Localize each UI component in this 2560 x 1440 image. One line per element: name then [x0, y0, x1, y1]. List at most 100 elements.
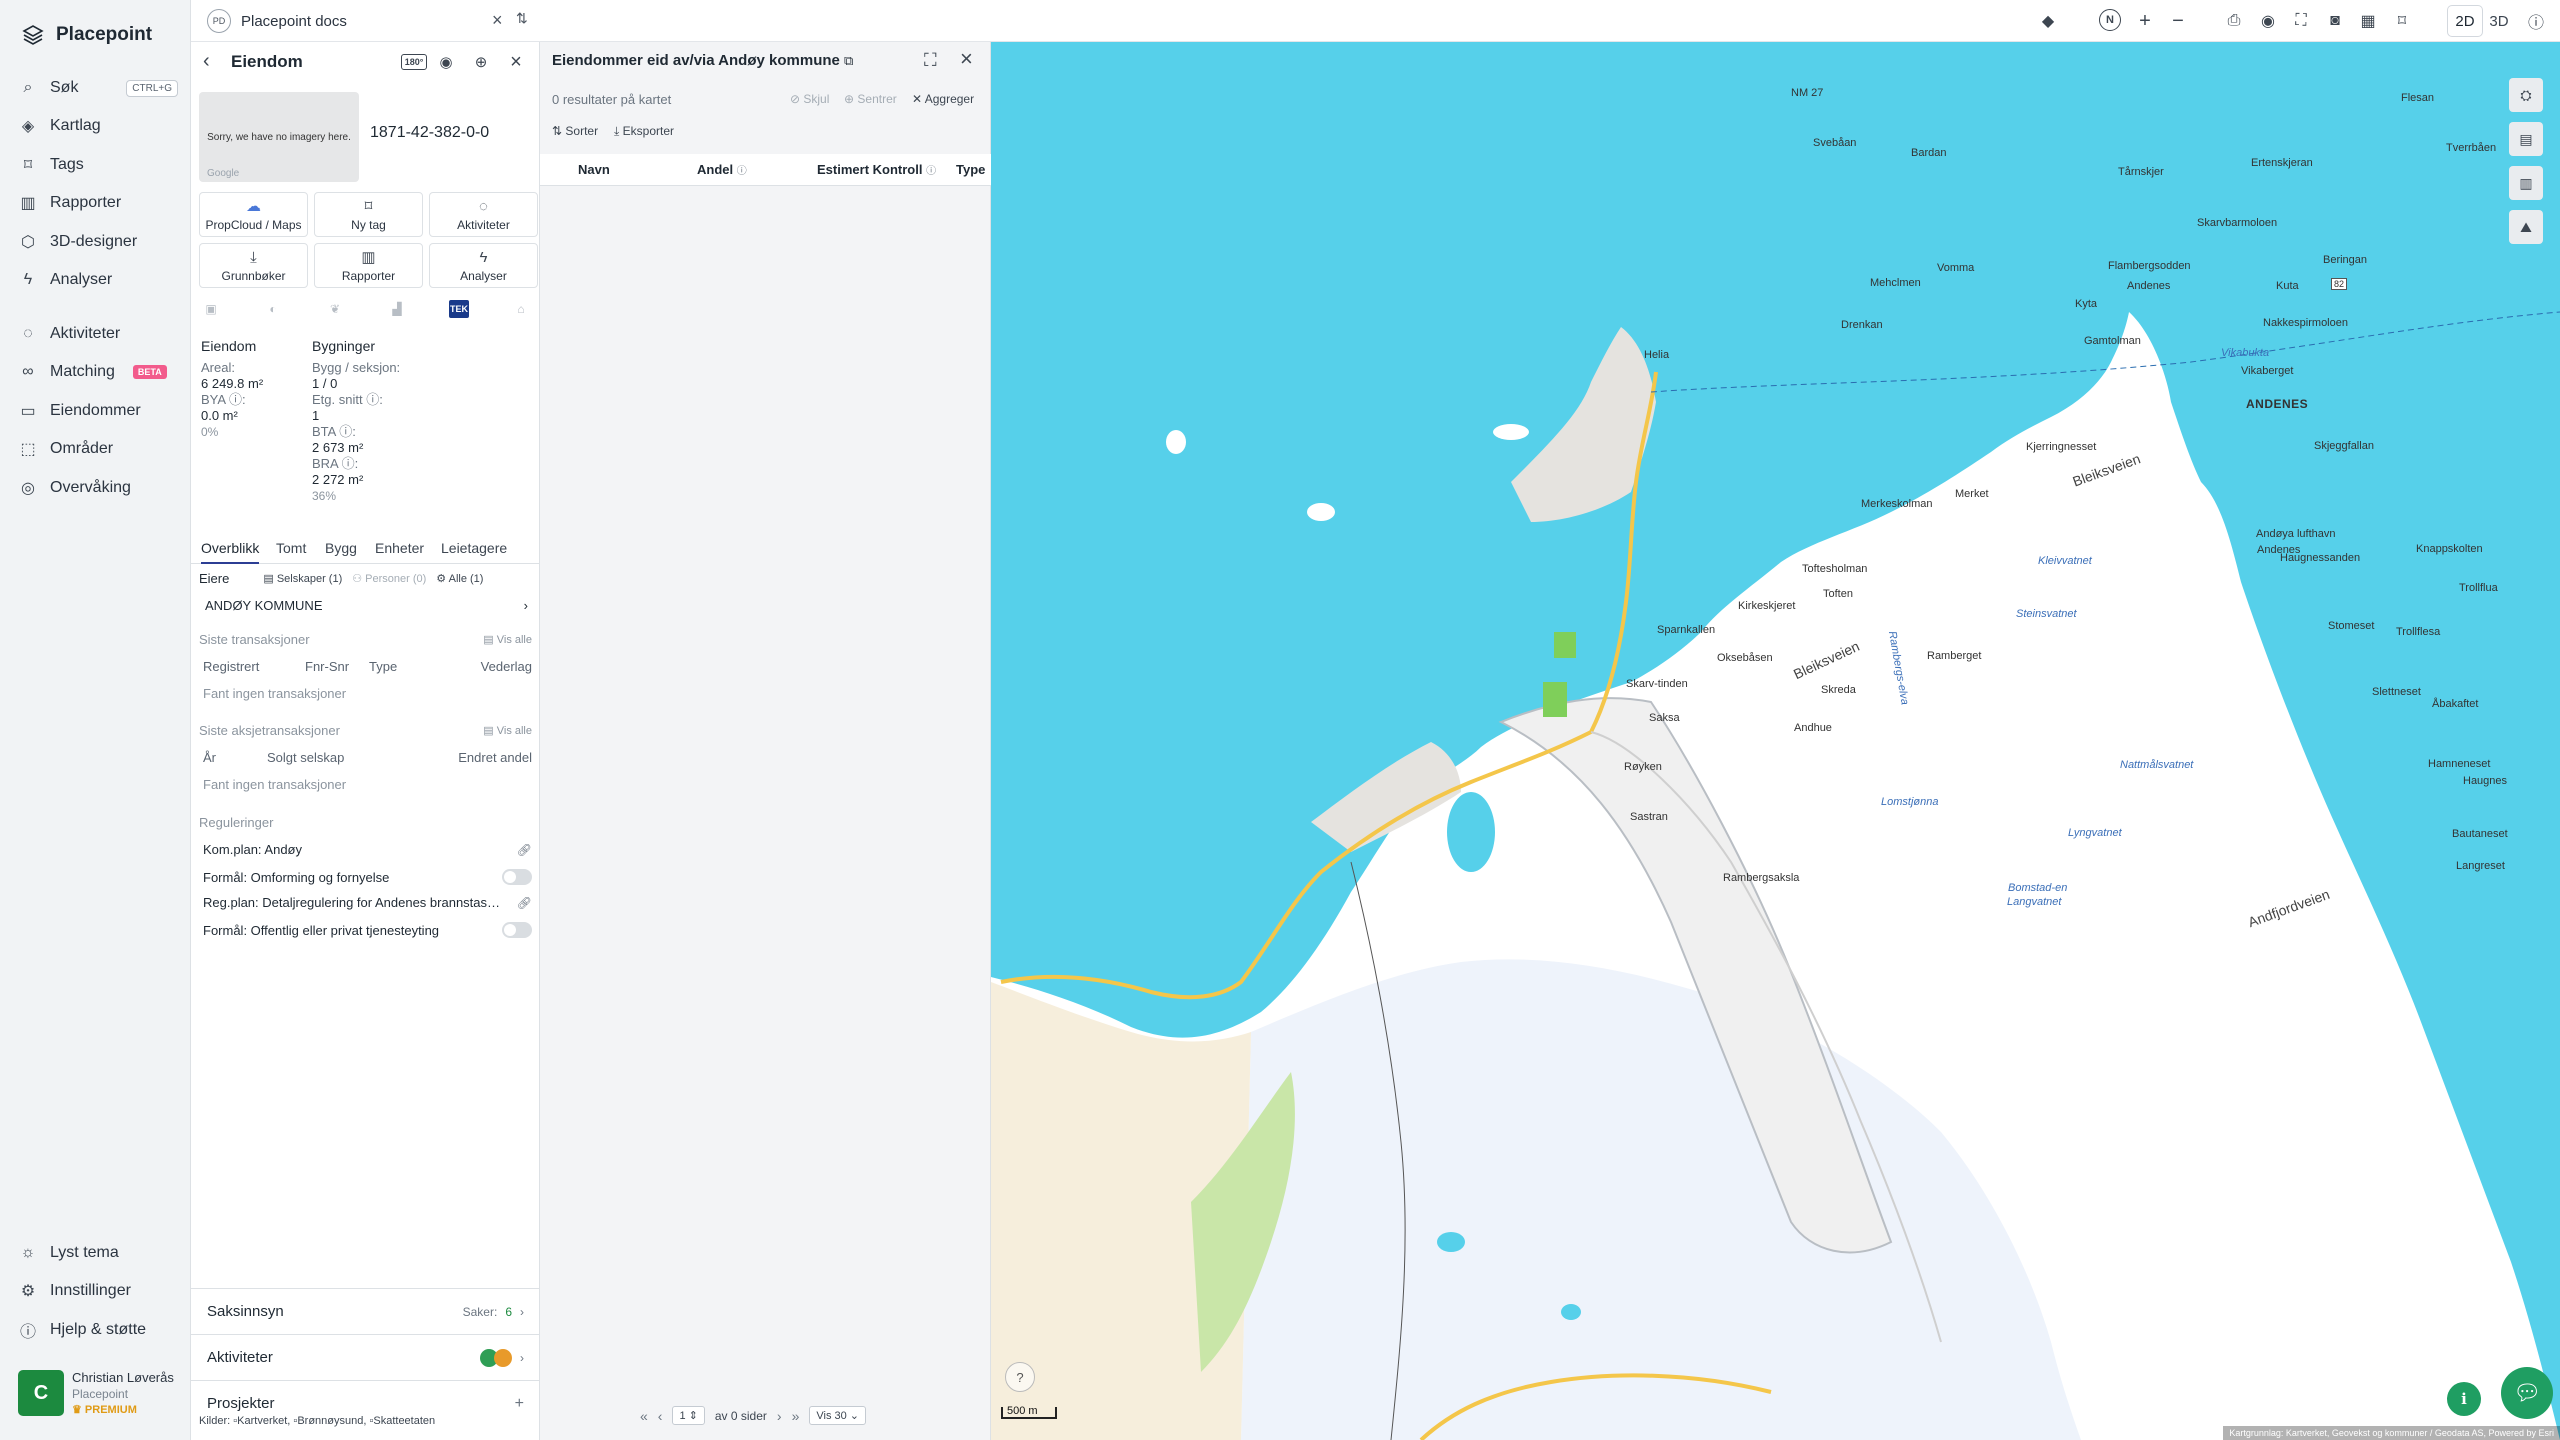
- new-tag-button[interactable]: ⌑ Ny tag: [314, 192, 423, 237]
- link-icon[interactable]: 🔗︎: [517, 843, 532, 857]
- nav-item-help[interactable]: ⓘ Hjelp & støtte: [18, 1315, 178, 1345]
- fullscreen-icon[interactable]: ⛶: [2289, 9, 2313, 33]
- page-input[interactable]: 1 ⇕: [672, 1406, 705, 1425]
- switch-tab-icon[interactable]: ⇅: [516, 10, 528, 27]
- back-icon[interactable]: ‹: [203, 50, 210, 73]
- nav-item-properties[interactable]: ▭ Eiendommer: [18, 396, 178, 426]
- column-type[interactable]: Type: [956, 162, 985, 177]
- source-plant-icon[interactable]: ❦: [325, 300, 345, 318]
- first-page-icon[interactable]: «: [640, 1408, 648, 1424]
- hide-button[interactable]: ⊘ Skjul: [790, 92, 829, 106]
- filter-all[interactable]: ⚙ Alle (1): [436, 572, 483, 585]
- nav-item-matching[interactable]: ∞ Matching BETA: [18, 357, 178, 387]
- user-profile[interactable]: C Christian Løverås Placepoint ♛ PREMIUM: [18, 1370, 183, 1420]
- chart-tool-icon[interactable]: ▥: [2509, 166, 2543, 200]
- land-registry-button[interactable]: ⤓ Grunnbøker: [199, 243, 308, 288]
- brand[interactable]: Placepoint: [22, 20, 152, 50]
- nav-item-tags[interactable]: ⌑ Tags: [18, 150, 178, 180]
- grid-view-icon[interactable]: ▦: [2356, 9, 2380, 33]
- nav-item-map-layers[interactable]: ◈ Kartlag: [18, 111, 178, 141]
- view-all-link[interactable]: ▤ Vis alle: [483, 633, 532, 646]
- regulation-toggle[interactable]: [502, 869, 532, 885]
- expand-icon[interactable]: ⛶: [924, 50, 937, 71]
- tab-plot[interactable]: Tomt: [276, 540, 306, 562]
- nav-item-monitoring[interactable]: ◎ Overvåking: [18, 473, 178, 503]
- owner-row[interactable]: ANDØY KOMMUNE ›: [205, 598, 528, 613]
- aggregate-button[interactable]: ✕ Aggreger: [912, 92, 974, 106]
- chat-support-icon[interactable]: 💬︎: [2501, 1367, 2553, 1419]
- prev-page-icon[interactable]: ‹: [658, 1408, 663, 1424]
- light-theme-toggle[interactable]: ☼ Lyst tema: [18, 1238, 178, 1268]
- cube-icon: ⬡: [21, 234, 35, 251]
- camera-icon[interactable]: ◙: [2323, 9, 2347, 33]
- source-chart-icon[interactable]: ▟: [387, 300, 407, 318]
- nav-item-search[interactable]: ⌕ Søk CTRL+G: [18, 73, 178, 103]
- measure-tool-icon[interactable]: ▤: [2509, 122, 2543, 156]
- eye-icon[interactable]: ◉: [2256, 9, 2280, 33]
- analyses-button[interactable]: ϟ Analyser: [429, 243, 538, 288]
- bookmark-icon[interactable]: ⌑: [2390, 9, 2414, 33]
- nav-item-settings[interactable]: ⚙ Innstillinger: [18, 1276, 178, 1306]
- document-tab[interactable]: PD Placepoint docs: [207, 7, 347, 35]
- activities-button[interactable]: ◌ Aktiviteter: [429, 192, 538, 237]
- center-button[interactable]: ⊕ Sentrer: [844, 92, 897, 106]
- source-tek-icon[interactable]: TEK: [449, 300, 469, 318]
- map-help-icon[interactable]: ?: [1005, 1362, 1035, 1392]
- close-icon[interactable]: ×: [960, 46, 973, 72]
- source-link[interactable]: ▫Brønnøysund,: [293, 1415, 366, 1427]
- sort-button[interactable]: ⇅ Sorter: [552, 124, 598, 138]
- nav-item-activities[interactable]: ◌ Aktiviteter: [18, 319, 178, 349]
- case-access-section[interactable]: Saksinnsyn Saker: 6 ›: [191, 1288, 540, 1334]
- regulation-row[interactable]: Kom.plan: Andøy 🔗︎: [203, 842, 532, 857]
- close-tab-icon[interactable]: ×: [492, 10, 503, 31]
- reports-button[interactable]: ▥ Rapporter: [314, 243, 423, 288]
- source-br-icon[interactable]: ▣: [201, 300, 221, 318]
- column-share[interactable]: Andel ⓘ: [697, 162, 747, 177]
- tab-buildings[interactable]: Bygg: [325, 540, 357, 562]
- nav-item-reports[interactable]: ▥ Rapporter: [18, 188, 178, 218]
- eye-icon[interactable]: ◉: [434, 51, 458, 73]
- info-button[interactable]: i: [2447, 1382, 2481, 1416]
- column-name[interactable]: Navn: [578, 162, 610, 177]
- column-control[interactable]: Estimert Kontroll ⓘ: [817, 162, 936, 177]
- view-all-link[interactable]: ▤ Vis alle: [483, 724, 532, 737]
- compass-north-icon[interactable]: N: [2099, 9, 2121, 31]
- filter-persons[interactable]: ⚇ Personer (0): [352, 572, 426, 585]
- next-page-icon[interactable]: ›: [777, 1408, 782, 1424]
- propcloud-button[interactable]: ☁ PropCloud / Maps: [199, 192, 308, 237]
- filter-companies[interactable]: ▤ Selskaper (1): [263, 572, 342, 585]
- regulation-toggle[interactable]: [502, 922, 532, 938]
- info-icon[interactable]: ⓘ: [2524, 9, 2548, 33]
- regulation-row[interactable]: Reg.plan: Detaljregulering for Andenes b…: [203, 895, 532, 910]
- close-icon[interactable]: ×: [504, 51, 528, 73]
- print-icon[interactable]: ⎙: [2222, 9, 2246, 33]
- zoom-in-icon[interactable]: +: [2133, 9, 2157, 33]
- street-imagery[interactable]: Sorry, we have no imagery here. Google: [199, 92, 359, 182]
- panorama-badge-icon[interactable]: 180°: [401, 54, 427, 70]
- per-page-select[interactable]: Vis 30 ⌄: [809, 1406, 867, 1425]
- map-canvas[interactable]: NM 27 Flesan Svebåan Bardan Tverrbåen Tå…: [991, 42, 2560, 1440]
- export-button[interactable]: ⤓ Eksporter: [614, 124, 674, 139]
- layers-stack-icon[interactable]: ◆: [2036, 9, 2060, 33]
- source-link[interactable]: ▫Kartverket,: [233, 1415, 290, 1427]
- mode-2d-button[interactable]: 2D: [2448, 6, 2482, 36]
- zoom-out-icon[interactable]: −: [2166, 9, 2190, 33]
- source-house-icon[interactable]: ⌂: [511, 300, 531, 318]
- mode-3d-button[interactable]: 3D: [2482, 6, 2516, 36]
- link-icon[interactable]: ⧉: [844, 53, 853, 68]
- nav-item-analyses[interactable]: ϟ Analyser: [18, 265, 178, 295]
- link-icon[interactable]: 🔗︎: [517, 896, 532, 910]
- tab-units[interactable]: Enheter: [375, 540, 424, 562]
- last-page-icon[interactable]: »: [792, 1408, 800, 1424]
- nav-item-3d-designer[interactable]: ⬡ 3D-designer: [18, 227, 178, 257]
- add-project-icon[interactable]: +: [515, 1395, 524, 1413]
- nav-item-areas[interactable]: ⬚ Områder: [18, 434, 178, 464]
- tab-overview[interactable]: Overblikk: [201, 540, 260, 564]
- add-icon[interactable]: ⊕: [469, 51, 493, 73]
- profile-tool-icon[interactable]: ⛰: [2509, 210, 2543, 244]
- tab-tenants[interactable]: Leietagere: [441, 540, 507, 562]
- source-link[interactable]: ▫Skatteetaten: [369, 1415, 435, 1427]
- activities-section[interactable]: Aktiviteter ›: [191, 1334, 540, 1380]
- source-globe-icon[interactable]: ◐: [263, 300, 283, 318]
- layers-tool-icon[interactable]: ⛭: [2509, 78, 2543, 112]
